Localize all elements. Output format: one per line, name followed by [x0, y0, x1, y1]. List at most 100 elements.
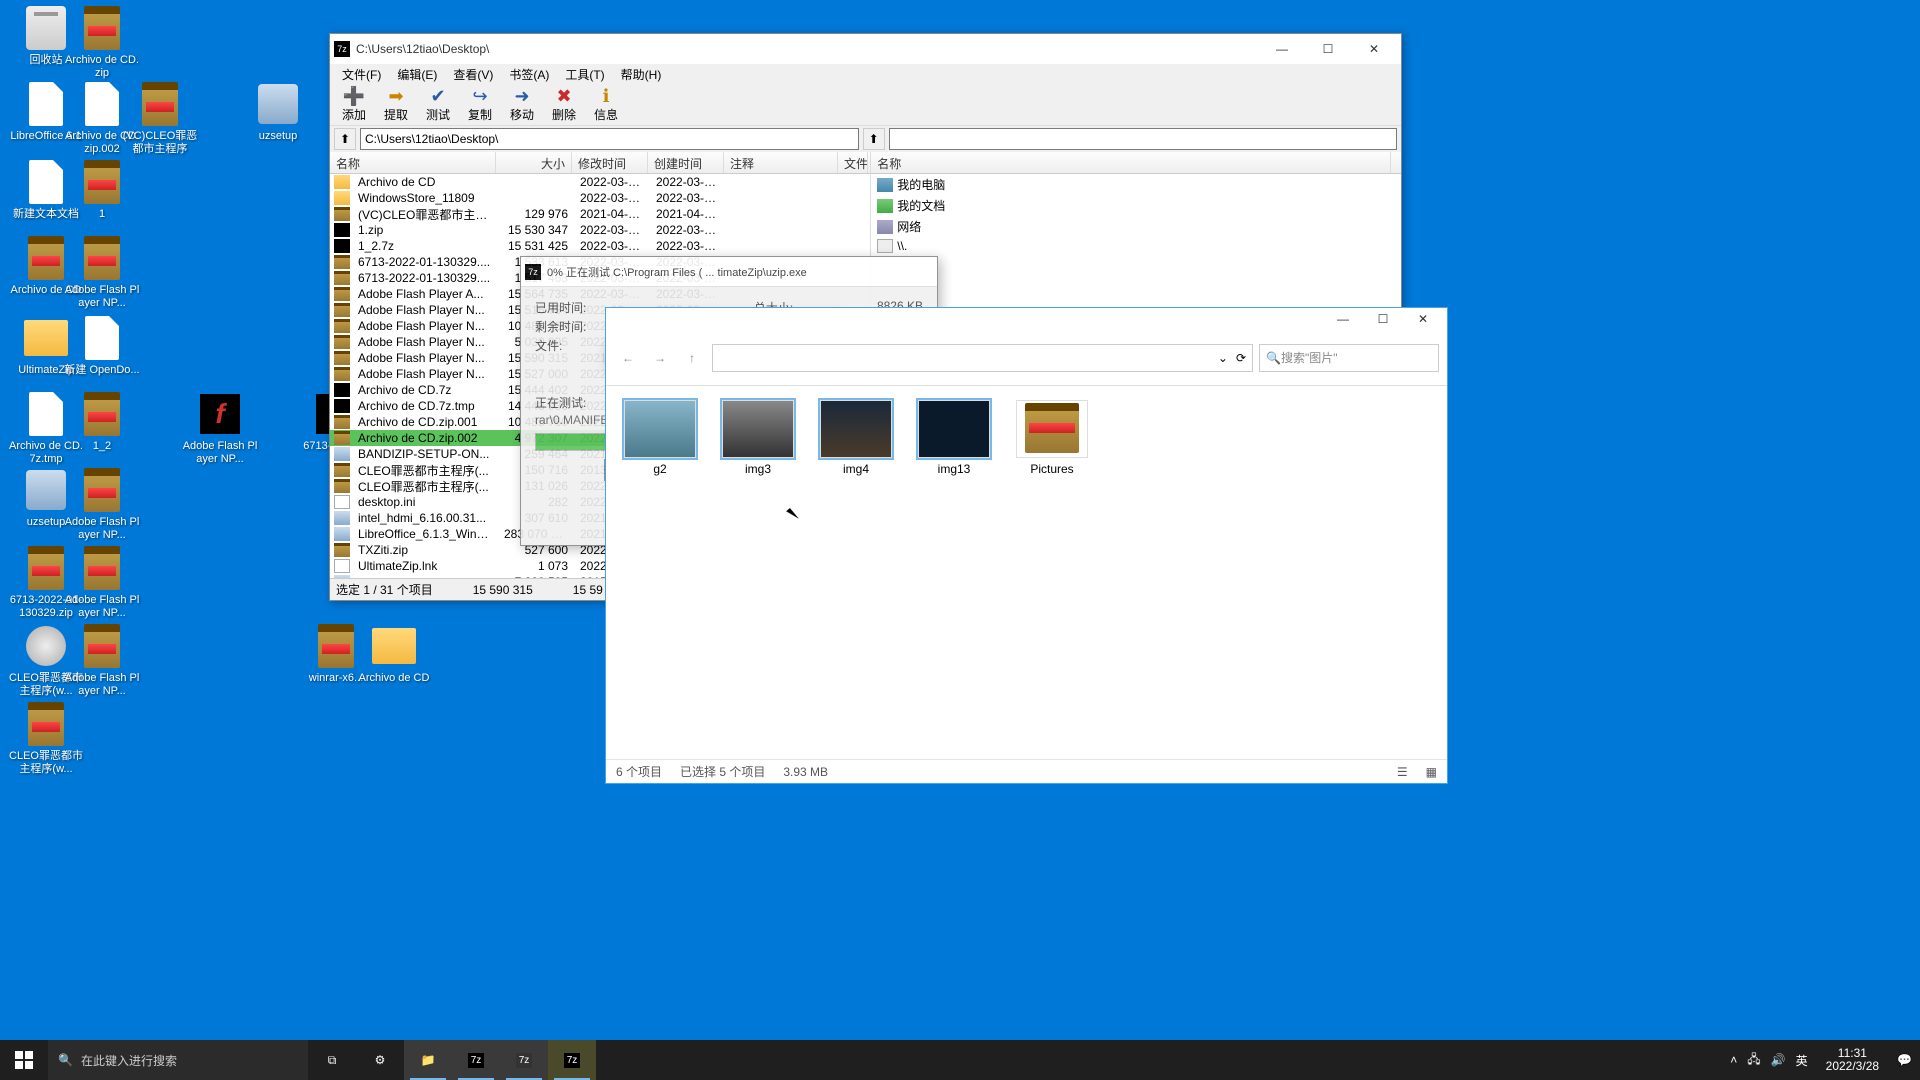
taskbar-search[interactable]: 🔍 在此键入进行搜索: [48, 1040, 308, 1080]
view-thumbnails-icon[interactable]: ▦: [1426, 765, 1437, 779]
file-icon: [334, 479, 350, 493]
system-tray[interactable]: ˄ 🖧 🔊 英 11:31 2022/3/28 💬: [1722, 1047, 1920, 1073]
close-button[interactable]: ✕: [1351, 34, 1397, 64]
nav-icon: [877, 199, 893, 213]
thumbnail[interactable]: g2: [620, 400, 700, 476]
menu-item[interactable]: 书签(A): [501, 64, 557, 84]
desktop-icon[interactable]: 1: [64, 158, 140, 221]
file-row[interactable]: Archivo de CD2022-03-28 1...2022-03-28 1…: [330, 174, 870, 190]
minimize-button[interactable]: —: [1259, 34, 1305, 64]
file-row[interactable]: (VC)CLEO罪恶都市主程序(...129 9762021-04-03 2..…: [330, 206, 870, 222]
desktop-icon[interactable]: (VC)CLEO罪恶都市主程序: [122, 80, 198, 156]
explorer-titlebar[interactable]: — ☐ ✕: [606, 308, 1447, 330]
column-header[interactable]: 创建时间: [648, 152, 724, 173]
menu-item[interactable]: 查看(V): [445, 64, 501, 84]
maximize-button[interactable]: ☐: [1363, 308, 1403, 330]
minimize-button[interactable]: —: [1323, 308, 1363, 330]
tray-notifications-icon[interactable]: 💬: [1897, 1053, 1912, 1067]
tray-volume-icon[interactable]: 🔊: [1771, 1053, 1786, 1067]
up-button-right[interactable]: ⬆: [863, 128, 885, 150]
file-icon: [334, 207, 350, 221]
desktop-icon[interactable]: Archivo de CD: [356, 622, 432, 685]
column-header[interactable]: 文件夹: [838, 152, 868, 173]
desktop-icon[interactable]: fAdobe Flash Player NP...: [182, 390, 258, 466]
right-header[interactable]: 名称: [871, 152, 1401, 174]
close-button[interactable]: ✕: [1403, 308, 1443, 330]
nav-item[interactable]: 网络: [871, 216, 1401, 237]
column-header[interactable]: 大小: [496, 152, 572, 173]
column-header[interactable]: 注释: [724, 152, 838, 173]
toolbar-提取[interactable]: ➡提取: [376, 86, 416, 123]
file-icon: [334, 367, 350, 381]
column-header[interactable]: 名称: [871, 152, 1391, 173]
file-row[interactable]: 1.zip15 530 3472022-03-28 1...2022-03-28…: [330, 222, 870, 238]
address-input-right[interactable]: [889, 128, 1397, 150]
menu-item[interactable]: 文件(F): [334, 64, 389, 84]
toolbar-删除[interactable]: ✖删除: [544, 86, 584, 123]
taskbar-7z-1[interactable]: 7z: [452, 1040, 500, 1080]
taskbar-7z-2[interactable]: 7z: [500, 1040, 548, 1080]
thumbnail[interactable]: img3: [718, 400, 798, 476]
taskbar-settings[interactable]: ⚙: [356, 1040, 404, 1080]
view-details-icon[interactable]: ☰: [1397, 765, 1408, 779]
desktop-icon[interactable]: Adobe Flash Player NP...: [64, 234, 140, 310]
desktop-icon[interactable]: CLEO罪恶都市主程序(w...: [8, 700, 84, 776]
desktop-icon[interactable]: Adobe Flash Player NP...: [64, 544, 140, 620]
explorer-thumbnails[interactable]: g2img3img4img13Pictures: [606, 386, 1447, 759]
left-header[interactable]: 名称大小修改时间创建时间注释文件夹: [330, 152, 870, 174]
desktop-icon[interactable]: 新建 OpenDo...: [64, 314, 140, 377]
toolbar-复制[interactable]: ↪复制: [460, 86, 500, 123]
column-header[interactable]: 修改时间: [572, 152, 648, 173]
taskbar-clock[interactable]: 11:31 2022/3/28: [1818, 1047, 1887, 1073]
dropdown-icon[interactable]: ⌄: [1218, 351, 1228, 365]
desktop-icon[interactable]: 1_2: [64, 390, 140, 453]
file-icon: [334, 255, 350, 269]
tray-network-icon[interactable]: 🖧: [1747, 1050, 1760, 1071]
progress-titlebar[interactable]: 7z 0% 正在测试 C:\Program Files ( ... timate…: [521, 257, 937, 287]
maximize-button[interactable]: ☐: [1305, 34, 1351, 64]
nav-item[interactable]: 我的电脑: [871, 174, 1401, 195]
toolbar-测试[interactable]: ✔测试: [418, 86, 458, 123]
tray-ime[interactable]: 英: [1796, 1052, 1808, 1069]
desktop-icon[interactable]: Adobe Flash Player NP...: [64, 622, 140, 698]
up-button[interactable]: ↑: [678, 344, 706, 372]
desktop-icon[interactable]: Adobe Flash Player NP...: [64, 466, 140, 542]
file-icon: [334, 303, 350, 317]
explorer-search[interactable]: 🔍搜索"图片": [1259, 344, 1439, 372]
address-bar: ⬆ ⬆: [330, 126, 1401, 152]
menu-item[interactable]: 编辑(E): [389, 64, 445, 84]
taskbar-7z-3[interactable]: 7z: [548, 1040, 596, 1080]
column-header[interactable]: 名称: [330, 152, 496, 173]
address-input-left[interactable]: [360, 128, 859, 150]
tray-chevron-icon[interactable]: ˄: [1730, 1053, 1737, 1067]
sevenzip-titlebar[interactable]: 7z C:\Users\12tiao\Desktop\ — ☐ ✕: [330, 34, 1401, 64]
explorer-window[interactable]: — ☐ ✕ ← → ↑ ⌄⟳ 🔍搜索"图片" g2img3img4img13Pi…: [605, 307, 1448, 784]
file-icon: [334, 383, 350, 397]
menu-item[interactable]: 帮助(H): [613, 64, 670, 84]
desktop-icon[interactable]: Archivo de CD.zip: [64, 4, 140, 80]
nav-item[interactable]: 我的文档: [871, 195, 1401, 216]
up-button[interactable]: ⬆: [334, 128, 356, 150]
toolbar-移动[interactable]: ➜移动: [502, 86, 542, 123]
task-view-button[interactable]: ⧉: [308, 1040, 356, 1080]
start-button[interactable]: [0, 1040, 48, 1080]
back-button[interactable]: ←: [614, 344, 642, 372]
search-icon: 🔍: [58, 1053, 73, 1067]
nav-item[interactable]: \\.: [871, 237, 1401, 255]
sevenzip-toolbar[interactable]: ➕添加➡提取✔测试↪复制➜移动✖删除ℹ信息: [330, 84, 1401, 126]
taskbar-explorer[interactable]: 📁: [404, 1040, 452, 1080]
explorer-address[interactable]: ⌄⟳: [712, 344, 1253, 372]
taskbar[interactable]: 🔍 在此键入进行搜索 ⧉ ⚙ 📁 7z 7z 7z ˄ 🖧 🔊 英 11:31 …: [0, 1040, 1920, 1080]
sevenzip-menubar[interactable]: 文件(F)编辑(E)查看(V)书签(A)工具(T)帮助(H): [330, 64, 1401, 84]
desktop-icon[interactable]: uzsetup: [240, 80, 316, 143]
file-row[interactable]: 1_2.7z15 531 4252022-03-28 1...2022-03-2…: [330, 238, 870, 254]
toolbar-添加[interactable]: ➕添加: [334, 86, 374, 123]
thumbnail[interactable]: Pictures: [1012, 400, 1092, 476]
menu-item[interactable]: 工具(T): [557, 64, 612, 84]
thumbnail[interactable]: img13: [914, 400, 994, 476]
refresh-icon[interactable]: ⟳: [1236, 351, 1246, 365]
forward-button[interactable]: →: [646, 344, 674, 372]
toolbar-信息[interactable]: ℹ信息: [586, 86, 626, 123]
thumbnail[interactable]: img4: [816, 400, 896, 476]
file-row[interactable]: WindowsStore_118092022-03-28 0...2022-03…: [330, 190, 870, 206]
